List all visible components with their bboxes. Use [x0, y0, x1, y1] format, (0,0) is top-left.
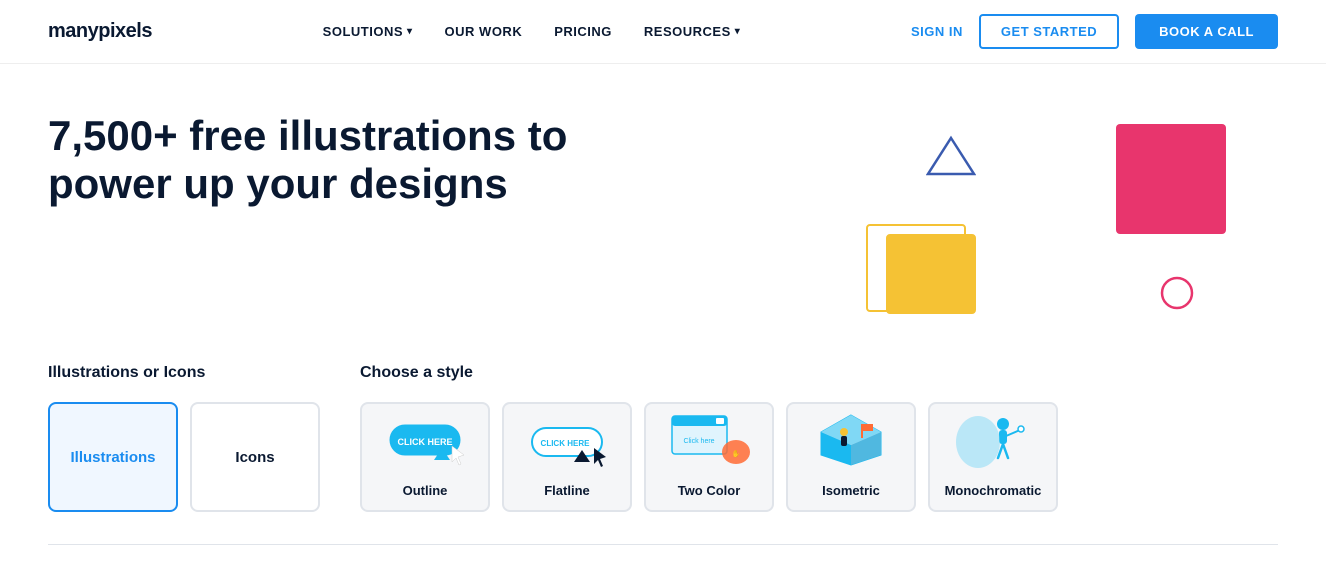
style-two-color[interactable]: Click here ✋ Two Color — [644, 402, 774, 512]
style-flatline[interactable]: CLICK HERE Flatline — [502, 402, 632, 512]
hero-section: 7,500+ free illustrations to power up yo… — [0, 64, 1326, 364]
type-illustrations[interactable]: Illustrations — [48, 402, 178, 512]
style-two-color-label: Two Color — [678, 483, 741, 498]
style-selector-section: Illustrations or Icons Illustrations Ico… — [0, 364, 1326, 544]
style-selector: CLICK HERE Outline CLICK HERE — [360, 402, 1058, 512]
style-label: Choose a style — [360, 364, 1058, 382]
style-flatline-label: Flatline — [544, 483, 590, 498]
nav-our-work[interactable]: OUR WORK — [445, 24, 523, 39]
style-selector-group: Choose a style CLICK HERE O — [360, 364, 1058, 512]
nav-pricing[interactable]: PRICING — [554, 24, 612, 39]
triangle-shape — [926, 134, 976, 178]
flatline-preview: CLICK HERE — [504, 404, 630, 476]
logo: manypixels — [48, 20, 152, 43]
type-selector-group: Illustrations or Icons Illustrations Ico… — [48, 364, 320, 512]
circle-shape — [1158, 274, 1196, 312]
nav-solutions[interactable]: SOLUTIONS ▾ — [323, 24, 413, 39]
two-color-illustration: Click here ✋ — [664, 410, 754, 470]
nav-resources[interactable]: RESOURCES ▾ — [644, 24, 740, 39]
decorative-shapes — [806, 124, 1226, 364]
header-actions: SIGN IN GET STARTED BOOK A CALL — [911, 14, 1278, 49]
chevron-down-icon: ▾ — [407, 26, 413, 37]
type-label: Illustrations or Icons — [48, 364, 320, 382]
style-monochromatic[interactable]: Monochromatic — [928, 402, 1058, 512]
signin-button[interactable]: SIGN IN — [911, 24, 963, 39]
get-started-button[interactable]: GET STARTED — [979, 14, 1119, 49]
monochromatic-illustration — [948, 410, 1038, 470]
style-monochromatic-label: Monochromatic — [945, 483, 1042, 498]
yellow-square-outline-shape — [866, 224, 966, 312]
svg-text:CLICK HERE: CLICK HERE — [397, 437, 452, 447]
svg-text:CLICK HERE: CLICK HERE — [541, 439, 591, 448]
style-isometric-label: Isometric — [822, 483, 880, 498]
two-color-preview: Click here ✋ — [646, 404, 772, 476]
outline-preview: CLICK HERE — [362, 404, 488, 476]
isometric-preview — [788, 404, 914, 476]
flatline-illustration: CLICK HERE — [522, 410, 612, 470]
isometric-illustration — [806, 410, 896, 470]
chevron-down-icon: ▾ — [735, 26, 741, 37]
style-outline[interactable]: CLICK HERE Outline — [360, 402, 490, 512]
hero-text: 7,500+ free illustrations to power up yo… — [48, 112, 648, 209]
book-call-button[interactable]: BOOK A CALL — [1135, 14, 1278, 49]
type-icons[interactable]: Icons — [190, 402, 320, 512]
style-isometric[interactable]: Isometric — [786, 402, 916, 512]
svg-text:✋: ✋ — [732, 449, 741, 458]
monochromatic-preview — [930, 404, 1056, 476]
divider — [48, 544, 1278, 545]
svg-text:Click here: Click here — [683, 438, 714, 445]
hero-title: 7,500+ free illustrations to power up yo… — [48, 112, 648, 209]
style-outline-label: Outline — [403, 483, 448, 498]
header: manypixels SOLUTIONS ▾ OUR WORK PRICING … — [0, 0, 1326, 64]
pink-square-shape — [1116, 124, 1226, 234]
type-selector: Illustrations Icons — [48, 402, 320, 512]
main-nav: SOLUTIONS ▾ OUR WORK PRICING RESOURCES ▾ — [323, 24, 741, 39]
section-row: Illustrations or Icons Illustrations Ico… — [48, 364, 1278, 512]
outline-illustration: CLICK HERE — [380, 410, 470, 470]
